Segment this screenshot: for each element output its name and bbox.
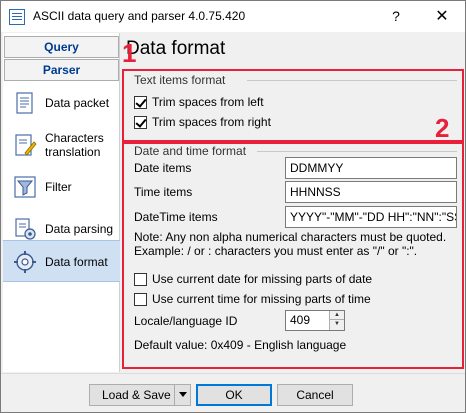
characters-translation-icon <box>15 134 37 156</box>
use-current-date-checkbox[interactable] <box>134 272 147 286</box>
note-line-2: Example: / or : characters you must ente… <box>134 244 418 258</box>
trim-right-checkbox[interactable] <box>134 115 147 129</box>
time-items-input[interactable]: HHNNSS <box>285 181 457 203</box>
help-button[interactable]: ? <box>373 1 419 32</box>
app-icon <box>9 9 25 25</box>
group-divider <box>247 80 457 81</box>
use-current-time-checkbox[interactable] <box>134 292 147 306</box>
data-packet-icon <box>16 92 33 114</box>
sidebar-item-data-format[interactable]: Data format <box>3 240 120 282</box>
bottom-divider <box>1 373 465 374</box>
time-items-label: Time items <box>134 185 193 199</box>
trim-left-checkbox[interactable] <box>134 95 147 109</box>
close-button[interactable]: ✕ <box>419 1 465 32</box>
cancel-button[interactable]: Cancel <box>277 384 353 406</box>
tab-query[interactable]: Query <box>4 36 119 58</box>
trim-left-row[interactable]: Trim spaces from left <box>134 94 264 110</box>
use-current-date-label: Use current date for missing parts of da… <box>152 272 373 286</box>
group-divider <box>257 151 457 152</box>
sidebar-item-label: Data format <box>45 255 108 269</box>
chevron-down-icon[interactable] <box>174 384 190 406</box>
load-save-label: Load & Save <box>102 388 171 402</box>
trim-right-row[interactable]: Trim spaces from right <box>134 114 271 130</box>
sidebar-item-label: Filter <box>45 180 72 194</box>
window-title: ASCII data query and parser 4.0.75.420 <box>33 9 246 23</box>
app-window: ASCII data query and parser 4.0.75.420 ?… <box>0 0 466 413</box>
data-parsing-icon <box>15 218 36 240</box>
datetime-items-label: DateTime items <box>134 210 218 224</box>
date-items-input[interactable]: DDMMYY <box>285 157 457 179</box>
trim-right-label: Trim spaces from right <box>152 115 271 129</box>
locale-id-value: 409 <box>290 313 311 327</box>
annotation-number-1: 1 <box>122 38 137 68</box>
page-title: Data format <box>126 38 226 59</box>
data-format-icon <box>14 251 36 273</box>
ok-button[interactable]: OK <box>196 384 272 406</box>
locale-id-spinbox[interactable]: 409 ▲ ▼ <box>285 310 345 331</box>
spin-down-icon[interactable]: ▼ <box>330 320 344 329</box>
sidebar-item-filter[interactable]: Filter <box>3 166 120 208</box>
datetime-items-input[interactable]: YYYY"-"MM"-"DD HH":"NN":"SS <box>285 206 457 228</box>
tab-parser[interactable]: Parser <box>4 59 119 81</box>
text-items-group-label: Text items format <box>134 73 226 87</box>
annotation-number-2: 2 <box>435 113 450 143</box>
trim-left-label: Trim spaces from left <box>152 95 264 109</box>
use-current-time-row[interactable]: Use current time for missing parts of ti… <box>134 291 371 307</box>
filter-icon <box>14 176 36 198</box>
sidebar-item-characters-translation[interactable]: Characters translation <box>3 124 120 166</box>
title-bar: ASCII data query and parser 4.0.75.420 ?… <box>1 1 465 32</box>
sidebar-item-label: Characters translation <box>45 131 104 159</box>
sidebar-item-data-packet[interactable]: Data packet <box>3 82 120 124</box>
default-value-text: Default value: 0x409 - English language <box>134 338 347 352</box>
spin-buttons: ▲ ▼ <box>329 311 344 330</box>
sidebar-item-label: Data packet <box>45 96 110 110</box>
date-time-group-label: Date and time format <box>134 144 247 158</box>
locale-label: Locale/language ID <box>134 314 238 328</box>
date-items-label: Date items <box>134 161 192 175</box>
use-current-date-row[interactable]: Use current date for missing parts of da… <box>134 271 372 287</box>
spin-up-icon[interactable]: ▲ <box>330 311 344 320</box>
note-line-1: Note: Any non alpha numerical characters… <box>134 230 447 244</box>
sidebar: Query Parser Data packet Characters tran… <box>3 33 120 372</box>
use-current-time-label: Use current time for missing parts of ti… <box>152 292 371 306</box>
